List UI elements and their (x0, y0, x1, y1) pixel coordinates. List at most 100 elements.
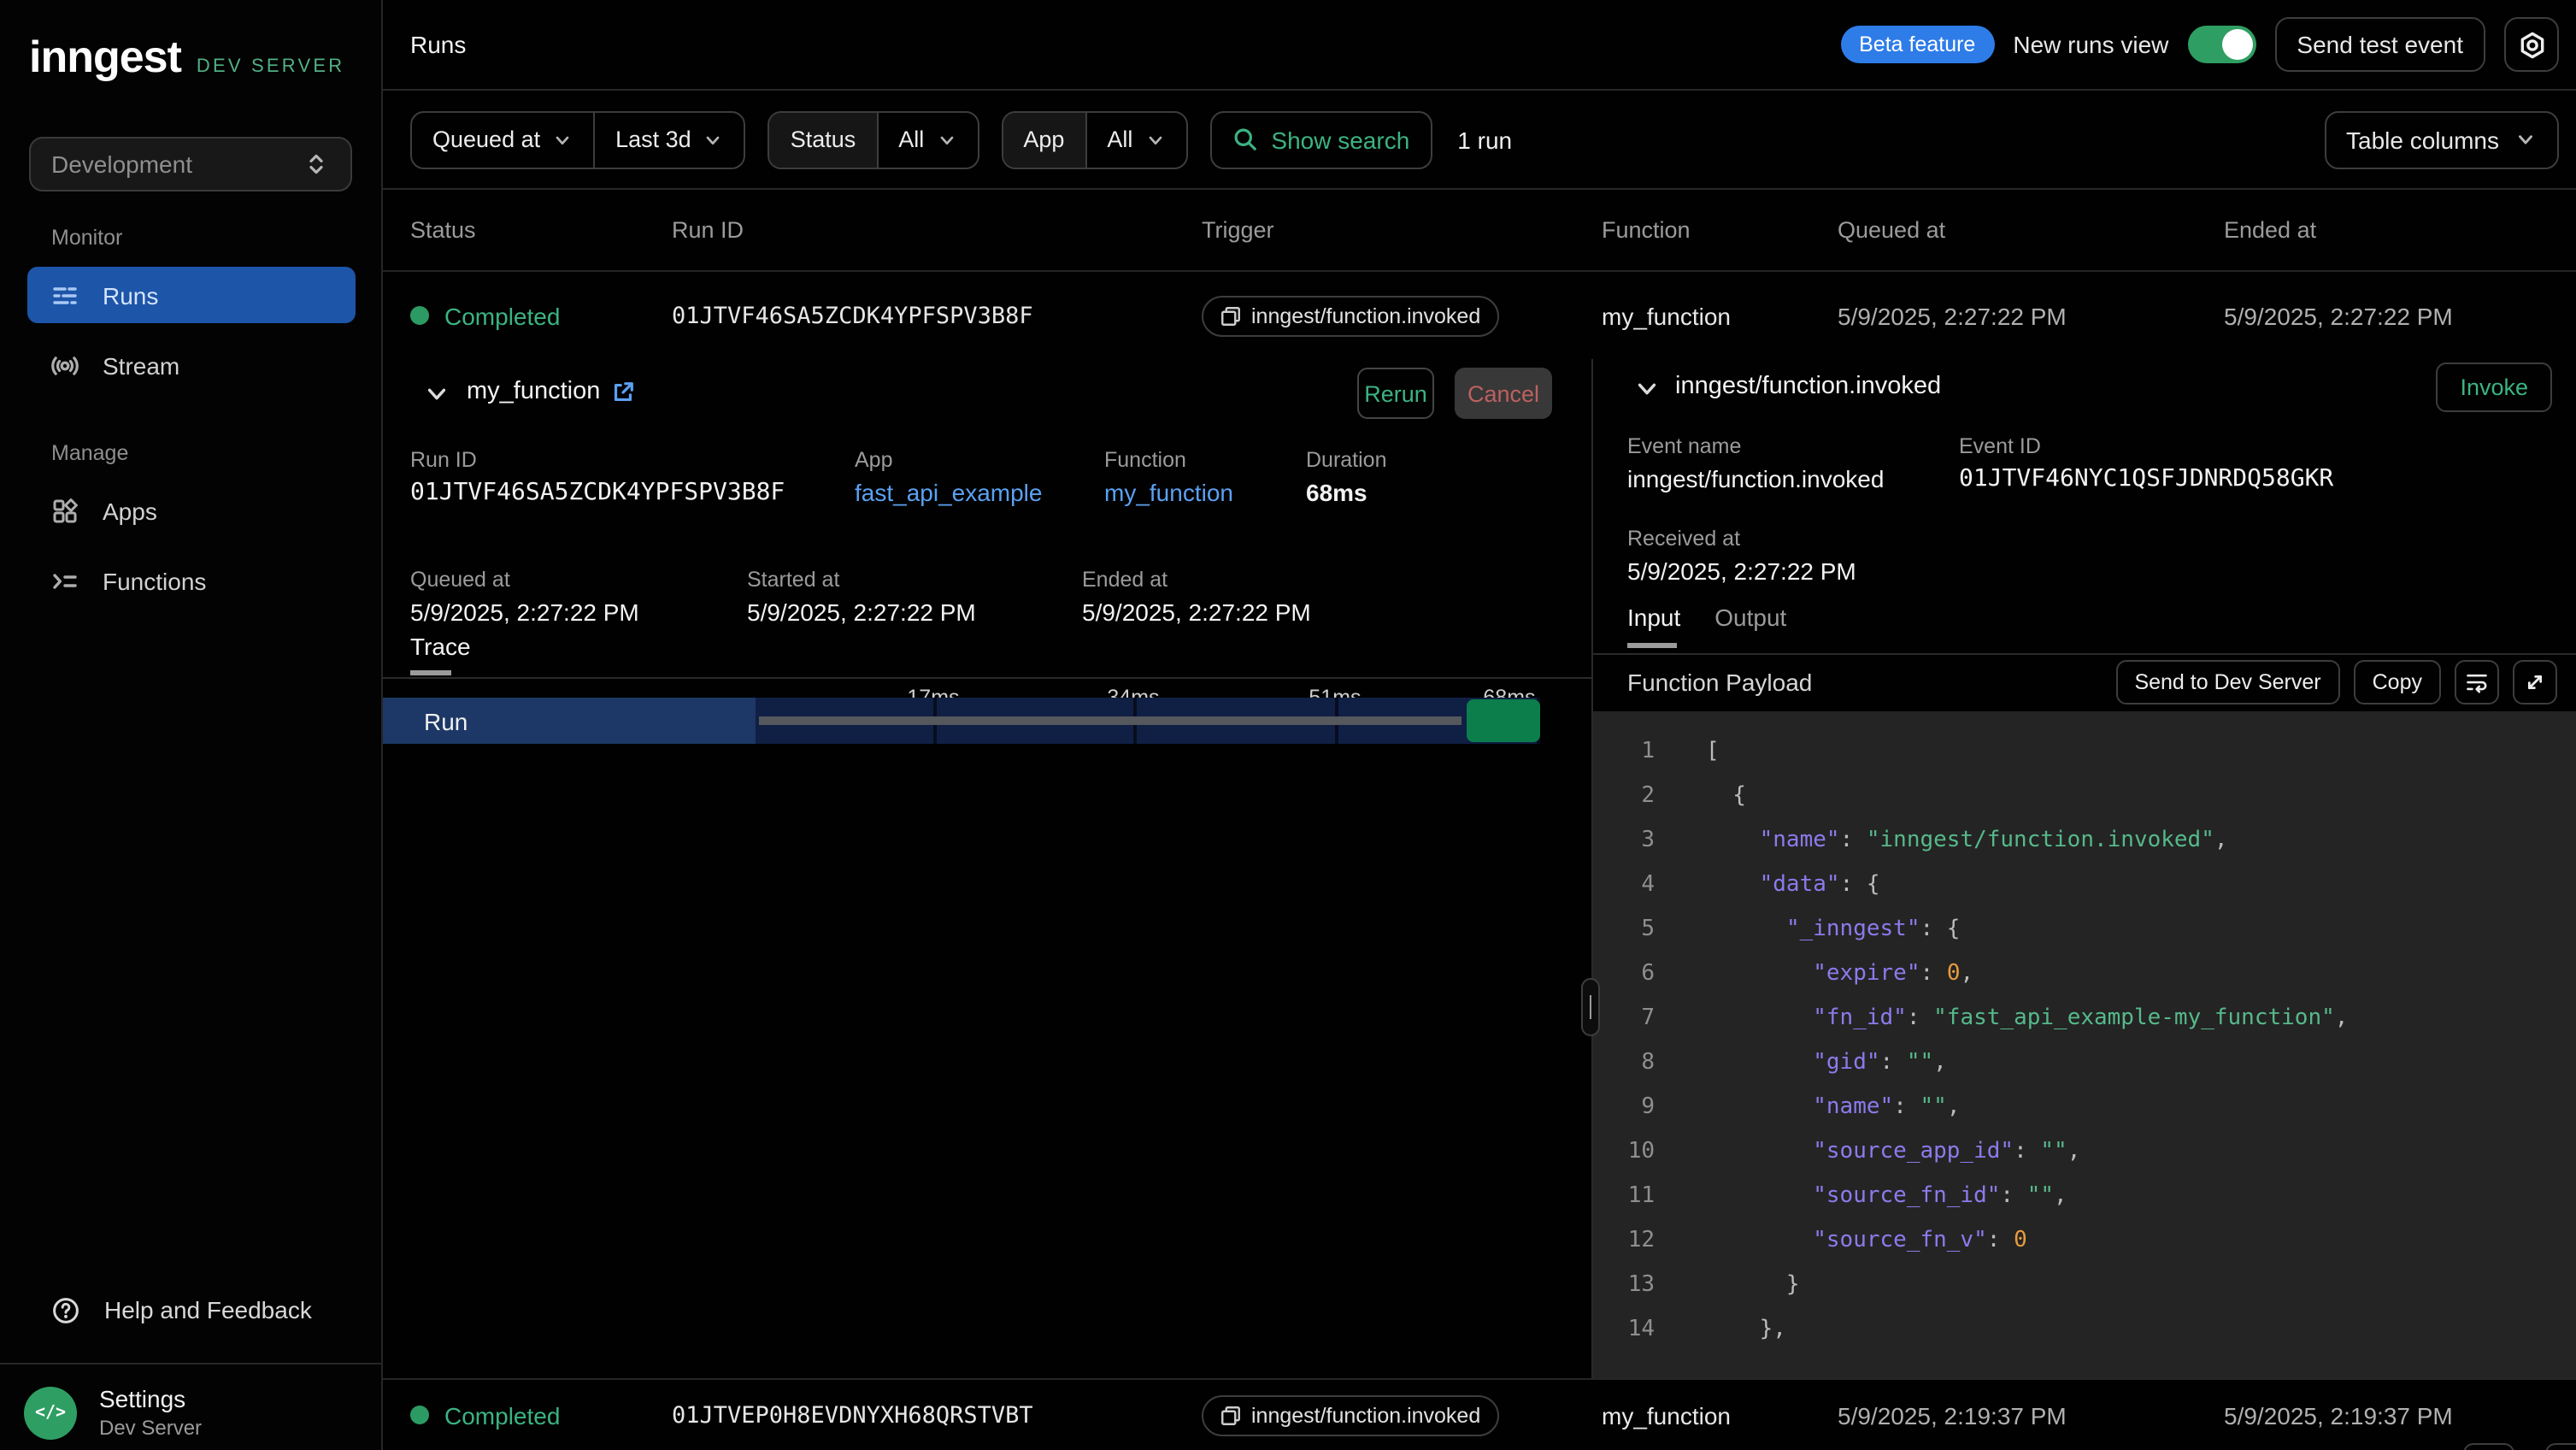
trace-run-row[interactable]: Run (383, 698, 1540, 744)
col-function: Function (1602, 217, 1691, 243)
sidebar-item-label: Functions (103, 567, 206, 594)
event-id-label: Event ID (1959, 434, 2041, 458)
code-line: 3 "name": "inngest/function.invoked", (1593, 817, 2576, 862)
function-link[interactable]: my_function (1104, 479, 1233, 506)
help-label: Help and Feedback (104, 1296, 312, 1323)
trace-row-label: Run (383, 698, 756, 744)
status-dot-icon (410, 306, 429, 325)
col-trigger: Trigger (1202, 217, 1274, 243)
code-line: 7 "fn_id": "fast_api_example-my_function… (1593, 995, 2576, 1040)
word-wrap-icon (2465, 670, 2489, 694)
received-at-value: 5/9/2025, 2:27:22 PM (1627, 557, 1856, 585)
payload-code[interactable]: 1[2 {3 "name": "inngest/function.invoked… (1593, 711, 2576, 1378)
chevron-up-down-icon (303, 150, 330, 178)
app-label: App (855, 448, 893, 472)
event-tabs: Input Output (1627, 604, 1786, 645)
hex-nut-icon (2517, 30, 2546, 59)
queued-at-filter[interactable]: Queued at (412, 112, 593, 167)
trace-execution-segment (1467, 699, 1540, 742)
copy-button[interactable]: Copy (2354, 660, 2441, 704)
code-avatar: </> (24, 1386, 77, 1439)
topbar: Runs Beta feature New runs view Send tes… (383, 0, 2576, 91)
expand-button[interactable] (2513, 660, 2557, 704)
tab-input[interactable]: Input (1627, 604, 1680, 645)
function-label: Function (1104, 448, 1186, 472)
payload-title: Function Payload (1627, 669, 2102, 696)
sidebar-item-runs[interactable]: Runs (27, 267, 356, 323)
time-range-filter[interactable]: Last 3d (593, 112, 744, 167)
app-link[interactable]: fast_api_example (855, 479, 1043, 506)
page-title: Runs (410, 31, 466, 58)
run-id: 01JTVF46SA5ZCDK4YPFSPV3B8F (672, 302, 1033, 329)
run-id: 01JTVEP0H8EVDNYXH68QRSTVBT (672, 1401, 1033, 1429)
inngest-dev-server-app: inngest DEV SERVER Development Monitor R… (0, 0, 2576, 1450)
cancel-button[interactable]: Cancel (1455, 368, 1552, 419)
settings-gear-button[interactable] (2504, 17, 2559, 72)
time-filter-group: Queued at Last 3d (410, 110, 746, 168)
code-line: 11 "source_fn_id": "", (1593, 1173, 2576, 1217)
word-wrap-button[interactable] (2455, 660, 2499, 704)
main-area: Runs Beta feature New runs view Send tes… (383, 0, 2576, 1450)
send-to-dev-server-button[interactable]: Send to Dev Server (2115, 660, 2339, 704)
sidebar-item-stream[interactable]: Stream (27, 337, 356, 393)
sidebar-item-functions[interactable]: Functions (27, 552, 356, 609)
table-row[interactable]: Completed 01JTVEP0H8EVDNYXH68QRSTVBT inn… (383, 1378, 2576, 1450)
trigger-pill[interactable]: inngest/function.invoked (1202, 1394, 1499, 1435)
send-test-event-button[interactable]: Send test event (2274, 17, 2485, 72)
panel-resize-handle[interactable] (1581, 978, 1600, 1036)
stream-icon (51, 351, 79, 379)
started-at-label: Started at (747, 568, 839, 592)
search-icon (1232, 127, 1257, 152)
ended-at-value: 5/9/2025, 2:27:22 PM (1082, 598, 1311, 626)
status-filter-value[interactable]: All (876, 112, 977, 167)
code-line: 4 "data": { (1593, 862, 2576, 906)
help-icon (51, 1295, 80, 1324)
status-filter-group: Status All (768, 110, 979, 168)
functions-icon (51, 567, 79, 594)
code-line: 5 "_inngest": { (1593, 906, 2576, 951)
nav-section-monitor: Monitor (51, 226, 122, 250)
sidebar-item-apps[interactable]: Apps (27, 482, 356, 539)
run-id-value: 01JTVF46SA5ZCDK4YPFSPV3B8F (410, 479, 785, 506)
tab-output[interactable]: Output (1714, 604, 1786, 645)
app-filter-value[interactable]: All (1085, 112, 1185, 167)
input-tab-underline (1627, 643, 1677, 648)
col-ended-at: Ended at (2224, 217, 2316, 243)
help-and-feedback[interactable]: Help and Feedback (27, 1282, 356, 1337)
new-runs-view-toggle[interactable] (2187, 26, 2255, 63)
invoke-button[interactable]: Invoke (2436, 362, 2552, 412)
rerun-button[interactable]: Rerun (1357, 368, 1434, 419)
event-stack-icon (1220, 1405, 1241, 1425)
dev-server-badge: DEV SERVER (197, 56, 344, 77)
environment-select[interactable]: Development (29, 137, 352, 192)
queued-at-value: 5/9/2025, 2:27:22 PM (1838, 302, 2067, 329)
sidebar-item-label: Runs (103, 281, 158, 309)
sidebar-divider (0, 1363, 383, 1365)
col-queued-at: Queued at (1838, 217, 1945, 243)
table-row[interactable]: Completed 01JTVF46SA5ZCDK4YPFSPV3B8F inn… (383, 272, 2576, 359)
status-filter-label: Status (770, 112, 877, 167)
code-line: 12 "source_fn_v": 0 (1593, 1217, 2576, 1262)
tab-trace[interactable]: Trace (410, 633, 471, 660)
run-id-label: Run ID (410, 448, 477, 472)
code-line: 10 "source_app_id": "", (1593, 1129, 2576, 1173)
trace-divider (383, 677, 1591, 679)
table-columns-button[interactable]: Table columns (2324, 110, 2559, 168)
nav-section-manage: Manage (51, 441, 128, 465)
ended-at-value: 5/9/2025, 2:19:37 PM (2224, 1401, 2453, 1429)
partial-button-sliver (2463, 1443, 2514, 1450)
app-filter-label: App (1003, 112, 1085, 167)
beta-feature-badge: Beta feature (1840, 26, 1994, 63)
settings-entry[interactable]: </> Settings Dev Server (24, 1385, 202, 1440)
chevron-down-icon (703, 129, 724, 150)
app-filter-group: App All (1001, 110, 1187, 168)
expand-icon (2523, 670, 2547, 694)
show-search-button[interactable]: Show search (1209, 110, 1432, 168)
received-at-label: Received at (1627, 527, 1740, 551)
collapse-chevron-icon[interactable] (424, 381, 450, 407)
collapse-chevron-icon[interactable] (1634, 376, 1660, 402)
external-link-icon[interactable] (610, 380, 636, 405)
run-detail-region: my_function Rerun Cancel Run ID 01JTVF46… (383, 359, 2576, 1378)
trigger-pill[interactable]: inngest/function.invoked (1202, 295, 1499, 336)
ended-at-label: Ended at (1082, 568, 1167, 592)
